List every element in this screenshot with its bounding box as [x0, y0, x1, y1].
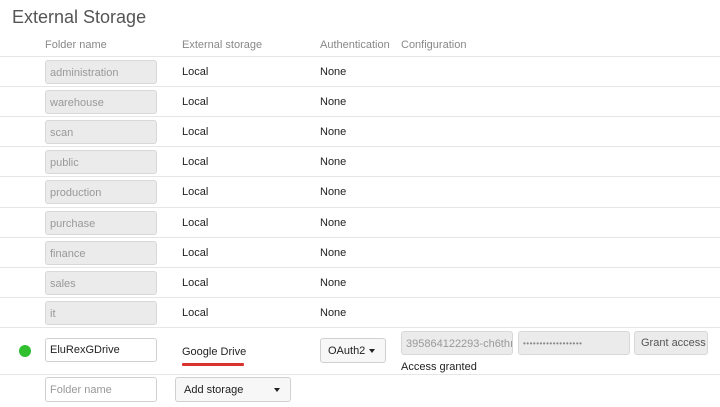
authentication-label: None — [320, 186, 347, 199]
add-storage-label: Add storage — [184, 384, 244, 396]
new-folder-name-input[interactable] — [45, 377, 157, 402]
authentication-value: OAuth2 — [328, 345, 366, 357]
table-row: scan Local None — [0, 116, 720, 146]
folder-name-field[interactable]: scan — [45, 120, 157, 145]
authentication-label: None — [320, 276, 347, 289]
table-row: sales Local None — [0, 266, 720, 297]
folder-name-field[interactable]: it — [45, 300, 157, 325]
caret-down-icon — [274, 388, 280, 392]
authentication-label: None — [320, 126, 347, 139]
table-row: purchase Local None — [0, 206, 720, 237]
folder-name-field[interactable]: sales — [45, 270, 157, 295]
authentication-label: None — [320, 246, 347, 259]
table-row: it Local None — [0, 296, 720, 327]
folder-name-field[interactable]: finance — [45, 240, 157, 265]
column-headers: Folder name External storage Authenticat… — [0, 39, 720, 55]
folder-name-field[interactable]: administration — [45, 60, 157, 84]
external-storage-label: Google Drive — [182, 346, 247, 358]
access-status-text: Access granted — [401, 361, 477, 373]
caret-down-icon — [369, 349, 375, 353]
external-storage-label: Local — [182, 276, 209, 289]
external-storage-label: Local — [182, 126, 209, 139]
table-row: public Local None — [0, 146, 720, 176]
folder-name-field[interactable]: production — [45, 180, 157, 205]
table-row: finance Local None — [0, 236, 720, 267]
client-secret-field[interactable]: •••••••••••••••••• — [518, 331, 630, 355]
external-storage-label: Local — [182, 96, 209, 109]
authentication-label: None — [320, 96, 347, 109]
folder-name-field[interactable]: public — [45, 150, 157, 175]
folder-name-input[interactable] — [45, 338, 157, 362]
external-storage-label: Local — [182, 246, 209, 259]
folder-name-field[interactable]: warehouse — [45, 90, 157, 115]
table-row: warehouse Local None — [0, 86, 720, 116]
new-mount-row: Add storage — [0, 374, 720, 407]
external-storage-label: Local — [182, 66, 209, 78]
client-id-field[interactable]: 395864122293-ch6thı — [401, 331, 513, 355]
table-row: administration Local None — [0, 56, 720, 86]
highlight-underline — [182, 363, 244, 366]
header-external-storage: External storage — [182, 39, 263, 51]
grant-access-button[interactable]: Grant access — [634, 331, 708, 355]
external-storage-label: Local — [182, 156, 209, 169]
table-row-google-drive: Google Drive OAuth2 395864122293-ch6thı … — [0, 327, 720, 374]
add-storage-select[interactable]: Add storage — [175, 377, 291, 402]
authentication-select[interactable]: OAuth2 — [320, 338, 386, 363]
external-storage-label: Local — [182, 216, 209, 229]
header-folder-name: Folder name — [45, 39, 107, 51]
authentication-label: None — [320, 156, 347, 169]
header-authentication: Authentication — [320, 39, 390, 51]
authentication-label: None — [320, 216, 347, 229]
external-storage-label: Local — [182, 186, 209, 199]
header-configuration: Configuration — [401, 39, 467, 51]
status-indicator-icon — [19, 345, 31, 357]
external-storage-label: Local — [182, 306, 209, 319]
table-row: production Local None — [0, 176, 720, 206]
folder-name-field[interactable]: purchase — [45, 210, 157, 235]
authentication-label: None — [320, 66, 347, 78]
authentication-label: None — [320, 306, 347, 319]
page-title: External Storage — [12, 7, 147, 27]
